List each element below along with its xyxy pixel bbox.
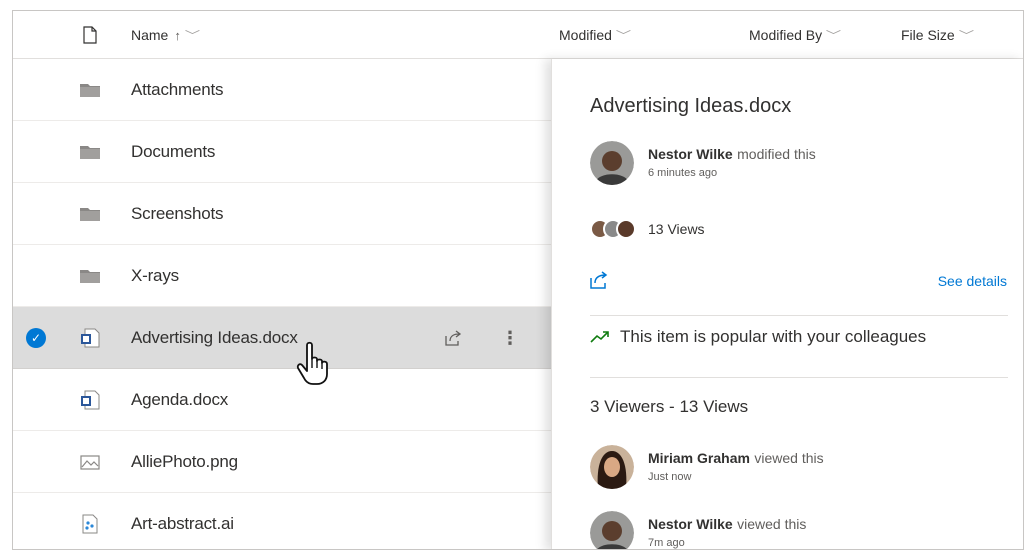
- file-name[interactable]: Screenshots: [131, 183, 223, 245]
- image-file-icon: [80, 455, 100, 470]
- viewer-time: 7m ago: [648, 536, 685, 549]
- sort-ascending-icon: ↑: [174, 27, 181, 43]
- avatar: [590, 511, 634, 549]
- folder-icon: [80, 84, 100, 97]
- column-header-modified-label: Modified: [559, 27, 612, 43]
- popular-notice: This item is popular with your colleague…: [590, 327, 926, 347]
- column-header-modified-by-label: Modified By: [749, 27, 823, 43]
- file-list-window: Name ↑ ﹀ Modified ﹀ Modified By ﹀ File S…: [12, 10, 1024, 550]
- avatar: [590, 141, 634, 185]
- file-name[interactable]: Art-abstract.ai: [131, 493, 234, 549]
- viewer-activity: Miriam Graham viewed this Just now: [590, 445, 824, 489]
- viewer-activity: Nestor Wilke viewed this 7m ago: [590, 511, 807, 549]
- divider: [590, 377, 1008, 378]
- chevron-down-icon: ﹀: [184, 30, 201, 42]
- file-name[interactable]: AlliePhoto.png: [131, 431, 238, 493]
- folder-icon: [80, 270, 100, 283]
- popular-text: This item is popular with your colleague…: [620, 327, 927, 346]
- row-share-button[interactable]: [431, 307, 477, 369]
- viewer-action: viewed this: [754, 449, 824, 466]
- viewer-action: viewed this: [737, 515, 807, 532]
- selected-checkmark-icon[interactable]: ✓: [26, 328, 46, 348]
- avatar: [590, 445, 634, 489]
- details-pane: Advertising Ideas.docx Nestor Wilke modi…: [551, 59, 1023, 549]
- word-document-icon: [81, 390, 100, 410]
- file-name[interactable]: Advertising Ideas.docx: [131, 307, 298, 369]
- more-vertical-icon: ⋮: [501, 327, 519, 348]
- activity-user-name[interactable]: Nestor Wilke: [648, 146, 733, 162]
- column-header-name-label: Name: [131, 27, 169, 43]
- chevron-down-icon: ﹀: [958, 30, 974, 42]
- hand-pointer-cursor-icon: [296, 341, 328, 385]
- views-summary[interactable]: 13 Views: [590, 219, 705, 239]
- folder-icon: [80, 208, 100, 221]
- viewer-name[interactable]: Miriam Graham: [648, 450, 750, 466]
- file-name[interactable]: X-rays: [131, 245, 179, 307]
- chevron-down-icon: ﹀: [825, 30, 842, 42]
- views-count: 13 Views: [648, 221, 705, 237]
- column-header-modified[interactable]: Modified ﹀: [559, 11, 632, 59]
- column-header-name[interactable]: Name ↑ ﹀: [131, 11, 201, 59]
- activity-time: 6 minutes ago: [648, 166, 718, 179]
- file-name[interactable]: Agenda.docx: [131, 369, 228, 431]
- column-header-modified-by[interactable]: Modified By ﹀: [749, 11, 842, 59]
- folder-icon: [80, 146, 100, 159]
- viewers-summary: 3 Viewers - 13 Views: [590, 397, 749, 416]
- divider: [590, 315, 1008, 316]
- share-icon: [445, 330, 462, 346]
- chevron-down-icon: ﹀: [615, 30, 632, 42]
- word-document-icon: [81, 328, 100, 348]
- share-icon[interactable]: [590, 271, 610, 289]
- viewer-time: Just now: [648, 470, 692, 483]
- illustrator-file-icon: [82, 514, 98, 534]
- viewer-name[interactable]: Nestor Wilke: [648, 516, 733, 532]
- row-more-button[interactable]: ⋮: [487, 307, 533, 369]
- file-name[interactable]: Attachments: [131, 59, 223, 121]
- last-activity: Nestor Wilke modified this 6 minutes ago: [590, 141, 816, 185]
- details-file-title: Advertising Ideas.docx: [590, 95, 792, 117]
- column-header-row: Name ↑ ﹀ Modified ﹀ Modified By ﹀ File S…: [13, 11, 1023, 59]
- viewer-avatar: [616, 219, 636, 239]
- see-details-link[interactable]: See details: [938, 273, 1007, 289]
- trending-up-icon: [590, 331, 609, 343]
- activity-action: modified this: [737, 145, 816, 162]
- file-name[interactable]: Documents: [131, 121, 215, 183]
- column-header-file-size[interactable]: File Size ﹀: [901, 11, 974, 59]
- column-header-file-size-label: File Size: [901, 27, 955, 43]
- file-type-header-icon[interactable]: [83, 26, 97, 44]
